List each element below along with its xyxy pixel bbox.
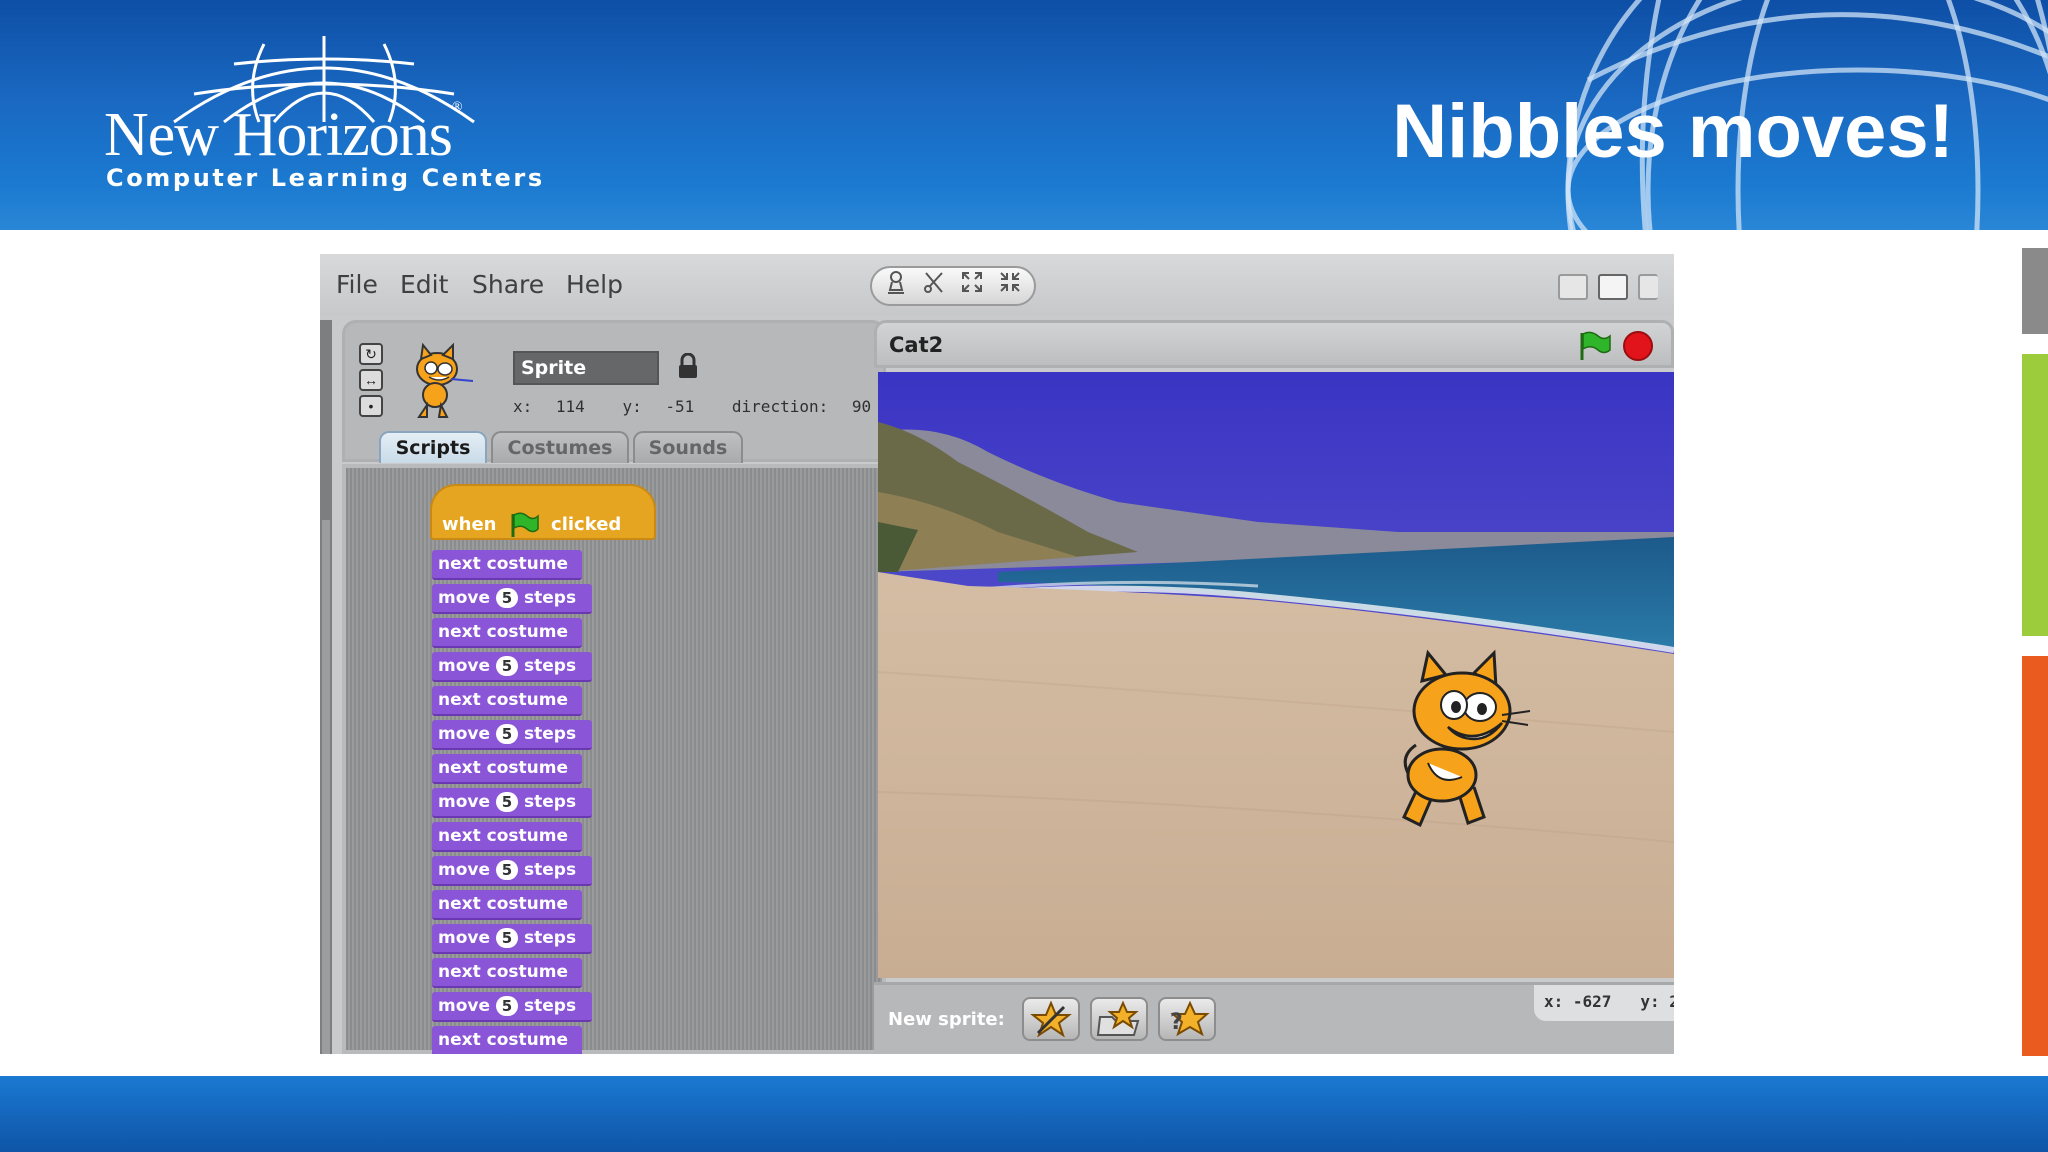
move-steps-block[interactable]: move 5 steps: [432, 720, 592, 750]
new-sprite-label: New sprite:: [888, 1009, 1005, 1030]
menu-share[interactable]: Share: [472, 270, 544, 299]
stamp-icon[interactable]: [878, 270, 914, 304]
move-steps-block[interactable]: move 5 steps: [432, 856, 592, 886]
slide-title: Nibbles moves!: [1392, 89, 1954, 174]
stop-button[interactable]: [1623, 331, 1653, 361]
next-costume-block[interactable]: next costume: [432, 686, 582, 716]
presentation-mode-button[interactable]: [1638, 274, 1658, 300]
menu-file[interactable]: File: [336, 270, 378, 299]
tab-scripts[interactable]: Scripts: [379, 431, 487, 463]
stage-canvas[interactable]: [878, 372, 1674, 978]
header-band: New Horizons® Computer Learning Centers …: [0, 0, 2048, 230]
footer-band: [0, 1076, 2048, 1152]
green-flag-icon: [511, 512, 539, 537]
sprite-info-panel: ↻ ↔ • Sprite x: 114 y: -51 direction: 90…: [342, 320, 886, 463]
next-costume-block[interactable]: next costume: [432, 618, 582, 648]
next-costume-block[interactable]: next costume: [432, 1026, 582, 1054]
sprite-name-field[interactable]: Sprite: [513, 351, 659, 385]
scissors-icon[interactable]: [916, 270, 952, 304]
paint-new-sprite-button[interactable]: [1022, 997, 1080, 1041]
rotate-icon[interactable]: ↻: [359, 343, 383, 365]
normal-stage-view-button[interactable]: [1598, 274, 1628, 300]
move-steps-block[interactable]: move 5 steps: [432, 652, 592, 682]
menu-bar: File Edit Share Help: [320, 254, 1674, 316]
when-flag-clicked-block[interactable]: when clicked: [430, 484, 656, 540]
brand-tagline: Computer Learning Centers: [106, 164, 545, 192]
scripts-area[interactable]: [342, 464, 886, 1054]
scratch-window: File Edit Share Help ↻ ↔ • Sprite x: 114…: [320, 254, 1674, 1054]
sprite-y: y: -51: [622, 397, 695, 416]
small-stage-view-button[interactable]: [1558, 274, 1588, 300]
svg-text:?: ?: [1170, 1010, 1183, 1035]
shrink-icon[interactable]: [992, 270, 1028, 304]
move-steps-block[interactable]: move 5 steps: [432, 788, 592, 818]
rotation-style-buttons: ↻ ↔ •: [359, 343, 385, 421]
sprite-thumbnail-cat: [416, 342, 474, 418]
surprise-star-icon: ?: [1170, 1000, 1210, 1037]
lock-icon[interactable]: [677, 353, 699, 379]
palette-edge: [320, 320, 332, 1054]
slide: New Horizons® Computer Learning Centers …: [0, 0, 2048, 1152]
no-rotate-icon[interactable]: •: [359, 395, 383, 417]
move-steps-block[interactable]: move 5 steps: [432, 992, 592, 1022]
sprite-direction: direction: 90: [731, 397, 872, 416]
move-steps-block[interactable]: move 5 steps: [432, 584, 592, 614]
green-flag-icon[interactable]: [1577, 331, 1611, 361]
sprite-x: x: 114: [513, 397, 585, 416]
tab-sounds[interactable]: Sounds: [633, 431, 743, 463]
tab-costumes[interactable]: Costumes: [491, 431, 629, 463]
menu-edit[interactable]: Edit: [400, 270, 448, 299]
paint-star-icon: [1030, 1000, 1072, 1038]
choose-sprite-file-button[interactable]: [1090, 997, 1148, 1041]
next-costume-block[interactable]: next costume: [432, 890, 582, 920]
next-costume-block[interactable]: next costume: [432, 550, 582, 580]
flip-icon[interactable]: ↔: [359, 369, 383, 391]
grow-icon[interactable]: [954, 270, 990, 304]
stage-header: Cat2: [874, 320, 1674, 368]
random-sprite-button[interactable]: ?: [1158, 997, 1216, 1041]
next-costume-block[interactable]: next costume: [432, 822, 582, 852]
folder-star-icon: [1096, 1000, 1140, 1036]
brand-name: New Horizons®: [104, 100, 462, 169]
next-costume-block[interactable]: next costume: [432, 754, 582, 784]
sprite-corral: New sprite: ? x: -627 y:: [874, 982, 1674, 1054]
move-steps-block[interactable]: move 5 steps: [432, 924, 592, 954]
stage-sprite-title: Cat2: [889, 333, 944, 357]
accent-strip-gray: [2022, 248, 2048, 334]
sprite-toolbar: [870, 266, 1036, 306]
menu-help[interactable]: Help: [566, 270, 623, 299]
new-horizons-logo: New Horizons® Computer Learning Centers: [104, 34, 544, 204]
next-costume-block[interactable]: next costume: [432, 958, 582, 988]
sprite-position-readout: x: 114 y: -51 direction: 90: [513, 397, 899, 416]
mouse-coordinates: x: -627 y: 218: [1534, 985, 1674, 1021]
accent-strip-green: [2022, 354, 2048, 636]
accent-strip-orange: [2022, 656, 2048, 1056]
